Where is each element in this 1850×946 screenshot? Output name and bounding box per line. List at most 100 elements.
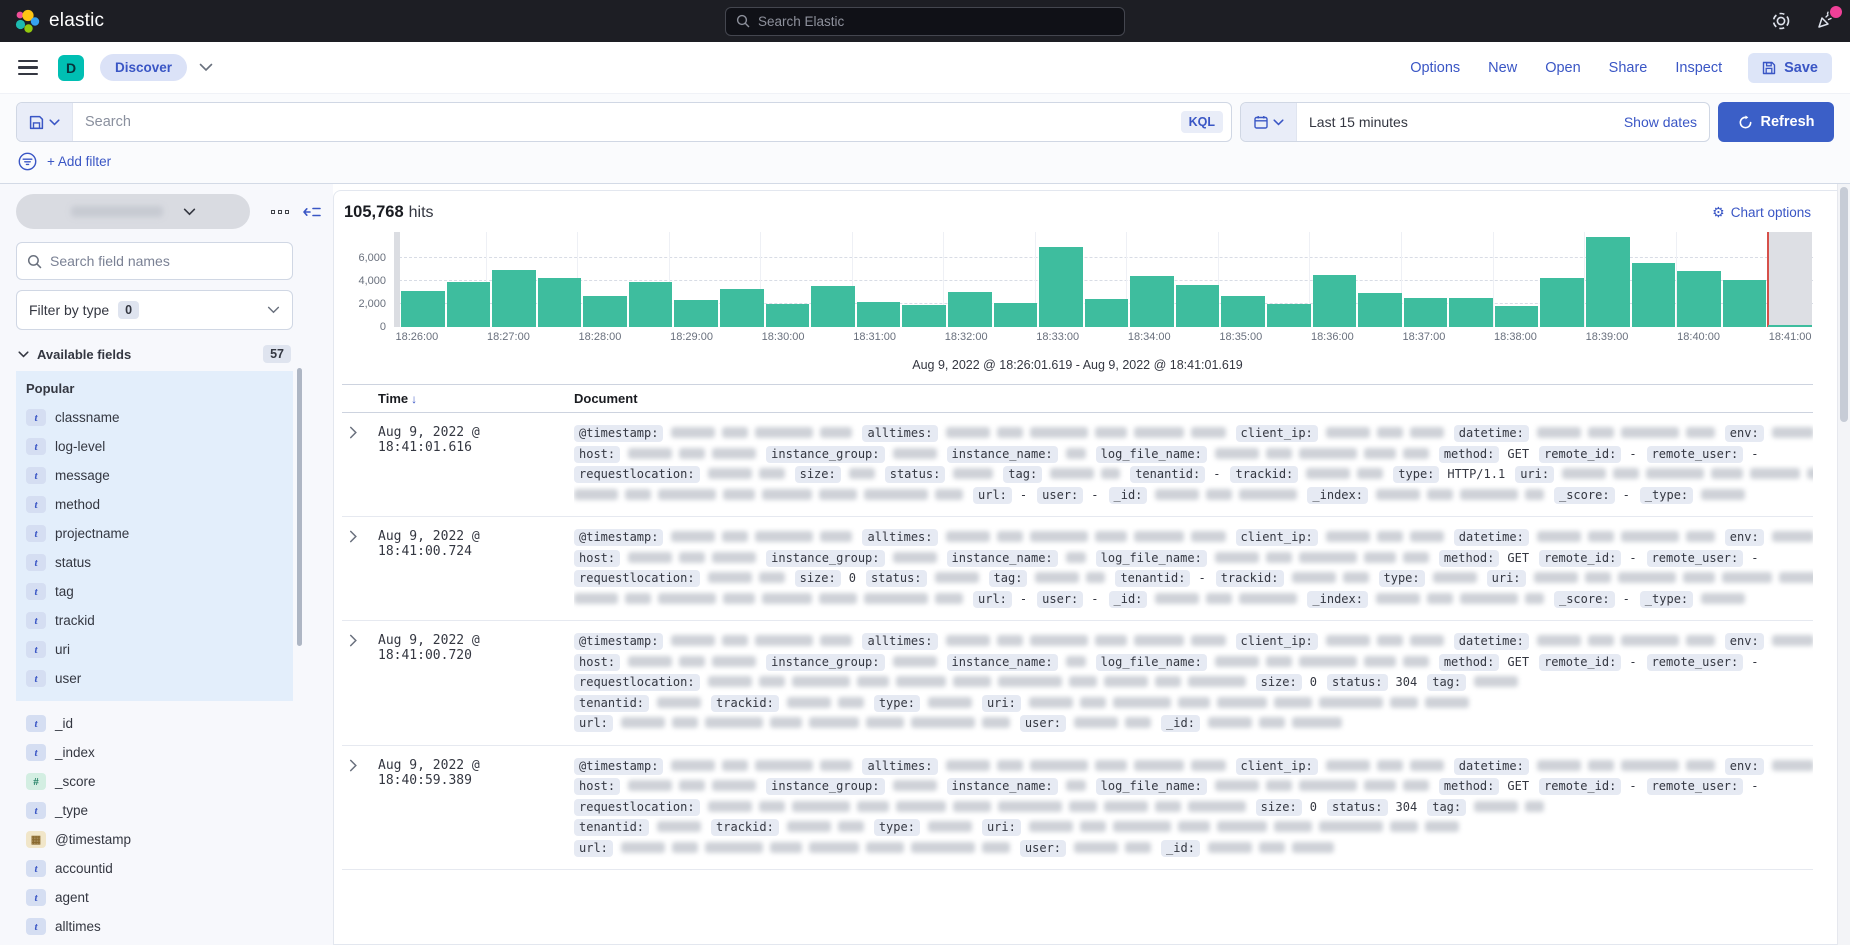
chevron-down-icon[interactable] (199, 59, 213, 77)
redacted-value (1050, 468, 1120, 479)
kql-search-input[interactable]: Search KQL (16, 102, 1232, 142)
date-quick-select-button[interactable] (1241, 103, 1297, 141)
collapse-sidebar-icon[interactable] (303, 205, 321, 219)
histogram-bar[interactable] (1085, 232, 1129, 327)
filter-by-type-select[interactable]: Filter by type 0 (16, 290, 293, 330)
histogram-bar[interactable] (583, 232, 627, 327)
histogram-bar[interactable] (1677, 232, 1721, 327)
field-item-method[interactable]: tmethod (16, 490, 293, 519)
field-item-user[interactable]: tuser (16, 664, 293, 693)
expand-row-icon[interactable] (342, 423, 378, 505)
refresh-button[interactable]: Refresh (1718, 102, 1834, 142)
histogram-bar[interactable] (948, 232, 992, 327)
field-item-@timestamp[interactable]: ▦@timestamp (16, 825, 293, 854)
histogram-bar[interactable] (492, 232, 536, 327)
histogram-bar[interactable] (766, 232, 810, 327)
field-item-alltimes[interactable]: talltimes (16, 912, 293, 941)
expand-row-icon[interactable] (342, 527, 378, 609)
newsfeed-icon[interactable] (1814, 10, 1836, 32)
nav-link-inspect[interactable]: Inspect (1675, 60, 1722, 76)
histogram-bar[interactable] (674, 232, 718, 327)
nav-link-options[interactable]: Options (1410, 60, 1460, 76)
histogram-bar[interactable] (1723, 232, 1767, 327)
expand-row-icon[interactable] (342, 756, 378, 859)
space-avatar[interactable]: D (58, 55, 84, 81)
page-scrollbar[interactable] (1837, 184, 1850, 945)
field-key-badge: trackid: (711, 695, 779, 712)
histogram-bar[interactable] (629, 232, 673, 327)
index-pattern-selector[interactable] (16, 194, 250, 229)
sidebar-scrollbar[interactable] (297, 368, 302, 646)
histogram-bar[interactable] (1130, 232, 1174, 327)
elastic-logo[interactable]: elastic (14, 8, 104, 34)
histogram-bar[interactable] (401, 232, 445, 327)
field-item-_index[interactable]: t_index (16, 738, 293, 767)
field-key-badge: tag: (989, 570, 1028, 587)
field-item-trackid[interactable]: ttrackid (16, 606, 293, 635)
sort-descending-icon[interactable]: ↓ (411, 392, 417, 406)
histogram-bar[interactable] (447, 232, 491, 327)
global-search-input[interactable]: Search Elastic (725, 7, 1125, 36)
histogram-bar[interactable] (1267, 232, 1311, 327)
field-item-tag[interactable]: ttag (16, 577, 293, 606)
string-field-icon: t (26, 583, 46, 600)
histogram-bar[interactable] (538, 232, 582, 327)
field-key-badge: size: (795, 466, 841, 483)
menu-icon[interactable] (18, 60, 38, 76)
breadcrumb[interactable]: Discover (100, 54, 187, 81)
saved-query-menu-button[interactable] (17, 103, 73, 141)
calendar-icon (1254, 115, 1268, 129)
field-item-_id[interactable]: t_id (16, 709, 293, 738)
nav-link-share[interactable]: Share (1609, 60, 1648, 76)
histogram-bar[interactable] (720, 232, 764, 327)
nav-link-open[interactable]: Open (1545, 60, 1580, 76)
field-key-badge: instance_name: (947, 654, 1058, 671)
histogram-bar[interactable] (902, 232, 946, 327)
field-item-message[interactable]: tmessage (16, 461, 293, 490)
save-button[interactable]: Save (1748, 53, 1832, 83)
show-dates-button[interactable]: Show dates (1624, 114, 1697, 130)
field-item-status[interactable]: tstatus (16, 548, 293, 577)
histogram-bar[interactable] (1358, 232, 1402, 327)
histogram-bar[interactable] (811, 232, 855, 327)
histogram-bar[interactable] (857, 232, 901, 327)
histogram-bar[interactable] (1540, 232, 1584, 327)
field-item-_score[interactable]: #_score (16, 767, 293, 796)
histogram-bar[interactable] (1768, 232, 1812, 327)
histogram-bar[interactable] (1586, 232, 1630, 327)
histogram-bar[interactable] (994, 232, 1038, 327)
histogram-bar[interactable] (1404, 232, 1448, 327)
field-item-accountid[interactable]: taccountid (16, 854, 293, 883)
histogram-bar[interactable] (1632, 232, 1676, 327)
field-item-classname[interactable]: tclassname (16, 403, 293, 432)
field-item-uri[interactable]: turi (16, 635, 293, 664)
chart-plot-area[interactable] (394, 232, 1813, 327)
field-item-_type[interactable]: t_type (16, 796, 293, 825)
field-item-agent[interactable]: tagent (16, 883, 293, 912)
available-fields-toggle[interactable]: Available fields 57 (18, 345, 291, 363)
add-filter-button[interactable]: + Add filter (47, 154, 111, 169)
time-column-header[interactable]: Time↓ (378, 391, 574, 406)
histogram-bar[interactable] (1176, 232, 1220, 327)
filter-icon[interactable] (18, 152, 37, 171)
histogram-bar[interactable] (1449, 232, 1493, 327)
help-icon[interactable] (1770, 10, 1792, 32)
date-picker[interactable]: Last 15 minutes Show dates (1240, 102, 1710, 142)
document-column-header: Document (574, 391, 638, 406)
field-item-appname[interactable]: tappname (16, 941, 293, 946)
field-item-log-level[interactable]: tlog-level (16, 432, 293, 461)
histogram-bar[interactable] (1039, 232, 1083, 327)
kql-language-button[interactable]: KQL (1181, 111, 1223, 133)
chart-options-button[interactable]: ⚙ Chart options (1712, 204, 1811, 221)
histogram-bar[interactable] (1495, 232, 1539, 327)
redacted-value (1066, 552, 1086, 563)
field-item-projectname[interactable]: tprojectname (16, 519, 293, 548)
field-search-input[interactable]: Search field names (16, 242, 293, 280)
expand-row-icon[interactable] (342, 631, 378, 734)
histogram-bar[interactable] (1313, 232, 1357, 327)
time-range-value[interactable]: Last 15 minutes (1309, 114, 1624, 130)
boxes-horizontal-icon[interactable] (271, 210, 289, 214)
nav-link-new[interactable]: New (1488, 60, 1517, 76)
histogram-bar[interactable] (1221, 232, 1265, 327)
top-menu: Options New Open Share Inspect (1410, 60, 1722, 76)
